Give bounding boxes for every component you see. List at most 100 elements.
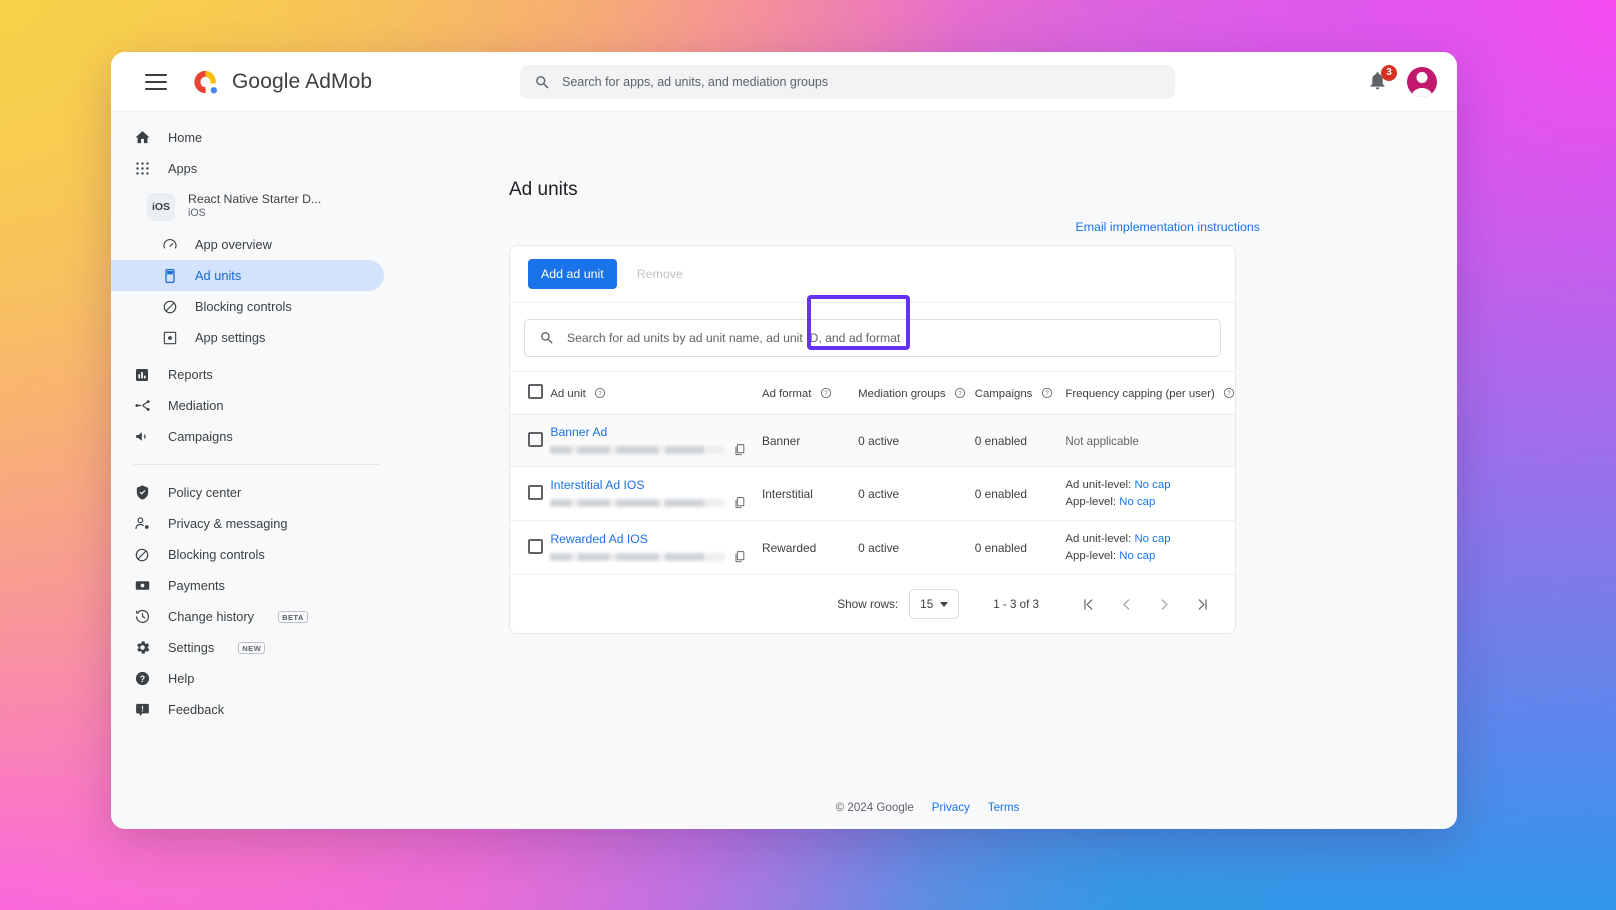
sidebar-navigation: Home Apps iOS React Native Starter D... … (111, 112, 398, 829)
pagination-range: 1 - 3 of 3 (993, 598, 1039, 611)
ad-unit-search-input[interactable]: Search for ad units by ad unit name, ad … (524, 319, 1221, 357)
svg-text:?: ? (1227, 391, 1231, 397)
row-checkbox[interactable] (528, 485, 543, 500)
row-campaigns-cell: 0 enabled (975, 415, 1066, 467)
remove-button[interactable]: Remove (623, 259, 697, 289)
frequency-app-label: App-level: (1065, 496, 1116, 508)
row-ad-format-cell: Rewarded (762, 521, 858, 575)
account-avatar[interactable] (1407, 67, 1437, 97)
footer-terms-link[interactable]: Terms (988, 801, 1020, 814)
ad-unit-id-redacted (550, 553, 725, 561)
table-row[interactable]: Banner Ad Banner 0 active 0 enabled Not (510, 415, 1235, 467)
svg-text:?: ? (824, 391, 828, 397)
sidebar-item-blocking-controls[interactable]: Blocking controls (111, 539, 384, 570)
copy-icon[interactable] (733, 443, 746, 456)
rows-per-page-select[interactable]: 15 (909, 589, 959, 619)
chevron-down-icon (940, 602, 948, 607)
header-ad-format-label: Ad format (762, 388, 811, 400)
bar-chart-icon (133, 366, 151, 384)
megaphone-icon (133, 428, 151, 446)
app-card-name: React Native Starter D... (188, 192, 321, 207)
ad-units-toolbar: Add ad unit Remove (510, 246, 1235, 303)
brand-logo-link[interactable]: Google AdMob (191, 67, 372, 97)
mediation-icon (133, 397, 151, 415)
apps-grid-icon (133, 160, 151, 178)
sidebar-item-payments[interactable]: Payments (111, 570, 384, 601)
frequency-app-level: App-level: No cap (1065, 548, 1235, 565)
sidebar-item-campaigns[interactable]: Campaigns (111, 421, 384, 452)
sidebar-item-privacy-messaging[interactable]: Privacy & messaging (111, 508, 384, 539)
first-page-button[interactable] (1069, 589, 1107, 619)
select-all-checkbox[interactable] (528, 384, 543, 399)
ad-unit-id-redacted (550, 446, 725, 454)
sidebar-label-help: Help (168, 671, 194, 686)
frequency-ad-unit-value[interactable]: No cap (1134, 533, 1170, 545)
row-mediation-cell: 0 active (858, 467, 975, 521)
person-privacy-icon (133, 515, 151, 533)
sidebar-item-reports[interactable]: Reports (111, 359, 384, 390)
help-circle-icon[interactable]: ? (1041, 387, 1053, 399)
show-rows-label: Show rows: (837, 597, 898, 611)
sidebar-item-apps[interactable]: Apps (111, 153, 384, 184)
svg-text:?: ? (958, 391, 962, 397)
row-frequency-cell: Ad unit-level: No cap App-level: No cap (1065, 467, 1235, 521)
email-implementation-instructions-link[interactable]: Email implementation instructions (1075, 220, 1260, 234)
row-checkbox[interactable] (528, 539, 543, 554)
sidebar-item-app-overview[interactable]: App overview (111, 229, 384, 260)
ad-unit-name-link[interactable]: Interstitial Ad IOS (550, 478, 762, 492)
settings-new-chip: NEW (238, 642, 265, 654)
copy-icon[interactable] (733, 550, 746, 563)
search-icon (534, 74, 551, 91)
sidebar-label-app-overview: App overview (195, 237, 272, 252)
block-icon (161, 298, 179, 316)
table-row[interactable]: Rewarded Ad IOS Rewarded 0 active 0 enab… (510, 521, 1235, 575)
sidebar-item-settings[interactable]: Settings NEW (111, 632, 384, 663)
frequency-ad-unit-value[interactable]: No cap (1134, 479, 1170, 491)
frequency-app-value[interactable]: No cap (1119, 496, 1155, 508)
sidebar-label-blocking-controls-app: Blocking controls (195, 299, 292, 314)
change-history-beta-chip: BETA (278, 611, 308, 623)
ad-units-table: Ad unit ? Ad format ? Mediation groups ? (510, 371, 1235, 575)
table-row[interactable]: Interstitial Ad IOS Interstitial 0 activ… (510, 467, 1235, 521)
global-search-input[interactable]: Search for apps, ad units, and mediation… (520, 65, 1175, 99)
frequency-app-value[interactable]: No cap (1119, 550, 1155, 562)
last-page-button[interactable] (1183, 589, 1221, 619)
sidebar-item-help[interactable]: ? Help (111, 663, 384, 694)
ad-unit-name-link[interactable]: Banner Ad (550, 425, 762, 439)
previous-page-button[interactable] (1107, 589, 1145, 619)
sidebar-item-app-settings[interactable]: App settings (111, 322, 384, 353)
row-checkbox[interactable] (528, 432, 543, 447)
row-select-cell (510, 521, 550, 575)
sidebar-item-mediation[interactable]: Mediation (111, 390, 384, 421)
footer-privacy-link[interactable]: Privacy (932, 801, 970, 814)
help-circle-icon[interactable]: ? (1223, 387, 1235, 399)
copy-icon[interactable] (733, 496, 746, 509)
footer-copyright: © 2024 Google (836, 801, 914, 814)
sidebar-item-ad-units[interactable]: Ad units (111, 260, 384, 291)
help-circle-icon[interactable]: ? (954, 387, 966, 399)
header-mediation-groups: Mediation groups ? (858, 372, 975, 415)
add-ad-unit-button[interactable]: Add ad unit (528, 259, 617, 289)
top-app-bar: Google AdMob Search for apps, ad units, … (111, 52, 1457, 112)
sidebar-item-feedback[interactable]: Feedback (111, 694, 384, 725)
sidebar-item-policy-center[interactable]: Policy center (111, 477, 384, 508)
ad-unit-name-link[interactable]: Rewarded Ad IOS (550, 532, 762, 546)
notifications-button[interactable]: 3 (1367, 70, 1389, 94)
svg-text:?: ? (139, 674, 144, 684)
frequency-app-level: App-level: No cap (1065, 494, 1235, 511)
table-body: Banner Ad Banner 0 active 0 enabled Not (510, 415, 1235, 575)
search-icon (539, 330, 555, 346)
row-select-cell (510, 415, 550, 467)
sidebar-item-change-history[interactable]: Change history BETA (111, 601, 384, 632)
help-circle-icon[interactable]: ? (820, 387, 832, 399)
gear-icon (133, 639, 151, 657)
ad-unit-id-row (550, 550, 762, 563)
help-circle-icon[interactable]: ? (594, 387, 606, 399)
row-ad-unit-cell: Interstitial Ad IOS (550, 467, 762, 521)
ad-unit-icon (161, 267, 179, 285)
sidebar-item-home[interactable]: Home (111, 122, 384, 153)
sidebar-item-blocking-controls-app[interactable]: Blocking controls (111, 291, 384, 322)
hamburger-menu-icon[interactable] (145, 74, 167, 90)
selected-app-card[interactable]: iOS React Native Starter D... iOS (111, 184, 398, 229)
next-page-button[interactable] (1145, 589, 1183, 619)
